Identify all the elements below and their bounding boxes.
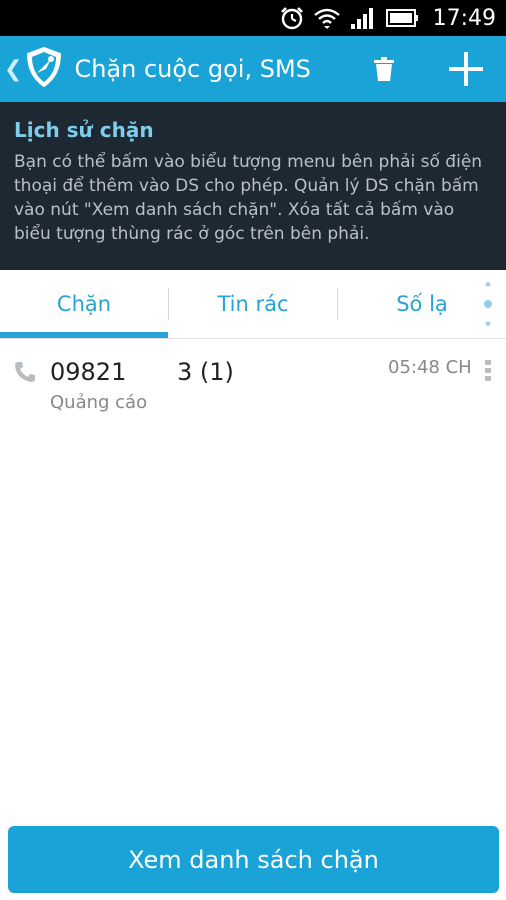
battery-icon	[385, 9, 418, 27]
call-count: 3 (1)	[177, 358, 234, 386]
more-vert-icon[interactable]	[480, 358, 496, 384]
tab-bar: Chặn Tin rác Số lạ	[0, 270, 506, 339]
call-number: 09821	[50, 358, 127, 386]
view-blocklist-button[interactable]: Xem danh sách chặn	[8, 826, 499, 893]
call-time: 05:48 CH	[388, 357, 472, 378]
call-label: Quảng cáo	[50, 392, 148, 413]
shield-icon[interactable]	[24, 45, 64, 94]
tab-indicator	[0, 332, 168, 338]
app-bar: ❮ Chặn cuộc gọi, SMS	[0, 36, 506, 102]
trash-icon[interactable]	[364, 56, 404, 82]
app-title: Chặn cuộc gọi, SMS	[74, 55, 311, 83]
phone-icon	[15, 362, 35, 382]
info-line: vào nút "Xem danh sách chặn". Xóa tất cả…	[14, 200, 455, 220]
status-bar: 17:49	[0, 0, 506, 36]
tab-blocked[interactable]: Chặn	[0, 270, 168, 338]
info-title: Lịch sử chặn	[14, 118, 154, 142]
clock: 17:49	[432, 5, 496, 31]
tab-spam[interactable]: Tin rác	[169, 270, 337, 338]
plus-icon[interactable]	[442, 50, 490, 88]
info-panel: Lịch sử chặn Bạn có thể bấm vào biểu tượ…	[0, 102, 506, 270]
info-text: Bạn có thể bấm vào biểu tượng menu bên p…	[14, 150, 492, 246]
list-item[interactable]: 09821 3 (1) Quảng cáo 05:48 CH	[0, 340, 506, 426]
signal-icon	[350, 8, 373, 29]
info-line: Bạn có thể bấm vào biểu tượng menu bên p…	[14, 152, 483, 172]
info-line: thoại để thêm vào DS cho phép. Quản lý D…	[14, 176, 479, 196]
tab-scroll-icon[interactable]	[482, 276, 494, 332]
alarm-icon	[280, 7, 303, 30]
wifi-icon	[313, 8, 340, 29]
chevron-left-icon[interactable]: ❮	[4, 56, 22, 82]
tab-unknown[interactable]: Số lạ	[338, 270, 506, 338]
info-line: biểu tượng thùng rác ở góc trên bên phải…	[14, 224, 370, 244]
